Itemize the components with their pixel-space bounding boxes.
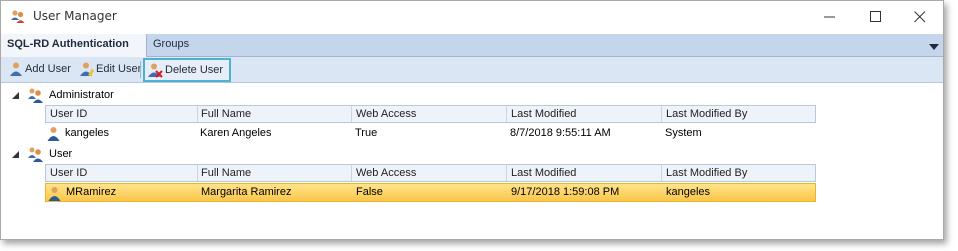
administrator-grid: User ID Full Name Web Access Last Modifi…: [45, 105, 816, 143]
column-header-user-id[interactable]: User ID: [46, 106, 198, 122]
column-header-full-name[interactable]: Full Name: [197, 106, 352, 122]
table-row[interactable]: kangeles Karen Angeles True 8/7/2018 9:5…: [45, 124, 816, 143]
column-header-user-id[interactable]: User ID: [46, 165, 198, 181]
group-label: Administrator: [49, 89, 114, 101]
tab-strip: SQL-RD Authentication Groups: [1, 34, 943, 57]
add-user-icon: [8, 61, 24, 77]
edit-user-label: Edit User: [96, 63, 142, 75]
cell-user-id: kangeles: [65, 127, 110, 139]
add-user-button[interactable]: Add User: [6, 59, 71, 79]
group-users-icon: [27, 146, 44, 163]
column-header-web-access[interactable]: Web Access: [352, 165, 507, 181]
user-tree: Administrator User ID Full Name Web Acce…: [1, 84, 943, 239]
maximize-icon: [870, 11, 881, 22]
column-header-last-modified[interactable]: Last Modified: [507, 106, 662, 122]
cell-last-modified-by: System: [665, 127, 702, 139]
grid-header: User ID Full Name Web Access Last Modifi…: [45, 105, 816, 123]
minimize-button[interactable]: [807, 1, 853, 32]
cell-web-access: False: [356, 186, 383, 198]
cell-web-access: True: [355, 127, 378, 139]
group-users-icon: [27, 87, 44, 104]
group-label: User: [49, 148, 73, 160]
column-header-last-modified[interactable]: Last Modified: [507, 165, 662, 181]
edit-user-icon: [79, 61, 95, 77]
users-app-icon: [10, 9, 26, 25]
toolbar: Add User Edit User Delete User: [1, 57, 943, 83]
close-button[interactable]: [897, 1, 943, 32]
group-user[interactable]: User: [1, 145, 401, 163]
user-manager-window: User Manager SQL-RD Authentication Group…: [0, 0, 944, 240]
tab-sql-rd-authentication[interactable]: SQL-RD Authentication: [1, 34, 147, 57]
toolbar-separator: [140, 61, 141, 78]
column-header-web-access[interactable]: Web Access: [352, 106, 507, 122]
group-administrator[interactable]: Administrator: [1, 86, 401, 104]
minimize-icon: [824, 16, 835, 18]
cell-full-name: Margarita Ramirez: [201, 186, 292, 198]
maximize-button[interactable]: [853, 1, 899, 32]
collapse-arrow-icon[interactable]: [12, 91, 20, 103]
cell-last-modified: 8/7/2018 9:55:11 AM: [510, 127, 611, 139]
column-header-full-name[interactable]: Full Name: [197, 165, 352, 181]
delete-user-button[interactable]: Delete User: [143, 58, 231, 82]
delete-user-icon: [147, 62, 163, 78]
tab-menu-dropdown-icon[interactable]: [929, 41, 939, 53]
window-title: User Manager: [33, 9, 117, 23]
column-header-last-modified-by[interactable]: Last Modified By: [662, 165, 817, 181]
cell-last-modified-by: kangeles: [666, 186, 711, 198]
cell-full-name: Karen Angeles: [200, 127, 272, 139]
edit-user-button[interactable]: Edit User: [77, 59, 141, 79]
column-header-last-modified-by[interactable]: Last Modified By: [662, 106, 817, 122]
title-bar: User Manager: [1, 1, 943, 32]
cell-user-id: MRamirez: [66, 186, 117, 198]
table-row-selected[interactable]: MRamirez Margarita Ramirez False 9/17/20…: [45, 183, 816, 202]
cell-last-modified: 9/17/2018 1:59:08 PM: [511, 186, 620, 198]
delete-user-label: Delete User: [165, 64, 224, 76]
collapse-arrow-icon[interactable]: [12, 150, 20, 162]
grid-header: User ID Full Name Web Access Last Modifi…: [45, 164, 816, 182]
user-grid: User ID Full Name Web Access Last Modifi…: [45, 164, 816, 202]
close-icon: [914, 11, 926, 23]
add-user-label: Add User: [25, 63, 71, 75]
tab-groups[interactable]: Groups: [147, 34, 195, 56]
